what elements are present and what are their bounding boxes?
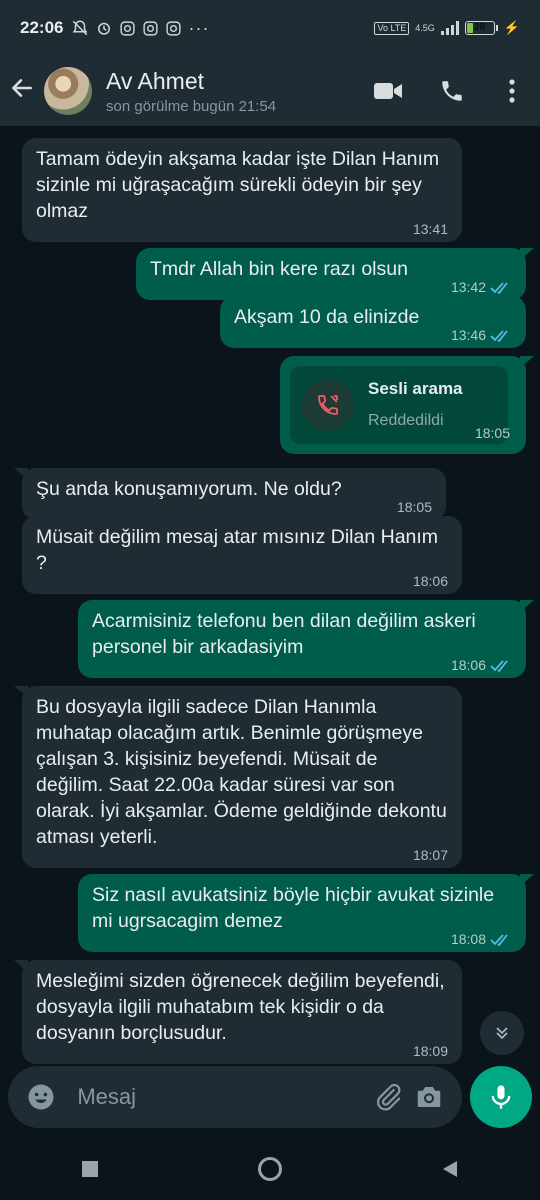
message-bubble-outgoing[interactable]: Tmdr Allah bin kere razı olsun 13:42 <box>136 248 534 300</box>
message-time: 18:08 <box>450 931 486 947</box>
message-bubble-outgoing[interactable]: Akşam 10 da elinizde 13:46 <box>220 296 526 348</box>
last-seen: son görülme bugün 21:54 <box>106 97 277 115</box>
avatar[interactable] <box>44 67 92 115</box>
message-time: 13:41 <box>412 221 448 237</box>
message-text: Şu anda konuşamıyorum. Ne oldu? <box>36 478 342 500</box>
phone-icon <box>442 81 462 101</box>
contact-info[interactable]: Av Ahmet son görülme bugün 21:54 <box>106 68 356 115</box>
message-bubble-incoming[interactable]: Tamam ödeyin akşama kadar işte Dilan Han… <box>22 138 462 242</box>
message-time: 18:05 <box>474 425 510 441</box>
camera-icon <box>418 1087 441 1107</box>
message-time: 18:07 <box>412 847 448 863</box>
chat-area[interactable]: Tamam ödeyin akşama kadar işte Dilan Han… <box>0 126 540 1066</box>
message-time: 13:46 <box>450 327 486 343</box>
read-receipt-icon <box>490 934 508 947</box>
message-text: Bu dosyayla ilgili sadece Dilan Hanımla … <box>36 696 447 848</box>
more-options-button[interactable] <box>484 78 540 104</box>
message-text: Mesleğimi sizden öğrenecek değilim beyef… <box>36 970 445 1044</box>
camera-button[interactable] <box>409 1082 450 1112</box>
message-bubble-incoming[interactable]: Müsait değilim mesaj atar mısınız Dilan … <box>22 516 462 594</box>
instagram-icon <box>120 20 136 36</box>
more-notifications-icon: ··· <box>188 17 210 38</box>
message-input[interactable] <box>75 1083 368 1111</box>
message-text: Siz nasıl avukatsiniz böyle hiçbir avuka… <box>92 884 495 932</box>
back-button[interactable] <box>0 75 44 108</box>
kebab-menu-icon <box>509 79 515 103</box>
battery-level: 28 <box>474 22 486 33</box>
call-message-bubble[interactable]: Sesli arama Reddedildi 18:05 <box>280 356 534 454</box>
circle-icon <box>258 1157 282 1181</box>
emoji-icon <box>28 1084 54 1110</box>
read-receipt-icon <box>490 660 508 673</box>
declined-call-icon <box>302 379 354 431</box>
recents-button[interactable] <box>40 1160 140 1178</box>
clock: 22:06 <box>20 18 64 37</box>
emoji-button[interactable] <box>20 1082 61 1112</box>
message-text: Acarmisiniz telefonu ben dilan değilim a… <box>92 610 476 658</box>
signal-icon <box>440 21 459 35</box>
message-time: 13:42 <box>450 279 486 295</box>
paperclip-icon <box>377 1083 401 1111</box>
charging-icon: ⚡ <box>503 20 520 35</box>
network-type: 4.5G <box>415 23 435 33</box>
notification-icons: ··· <box>71 18 209 39</box>
back-nav-button[interactable] <box>400 1159 500 1179</box>
read-receipt-icon <box>490 330 508 343</box>
video-camera-icon <box>374 83 402 99</box>
message-bubble-incoming[interactable]: Şu anda konuşamıyorum. Ne oldu? 18:05 <box>14 468 446 520</box>
instagram-icon <box>166 20 182 36</box>
message-time: 18:09 <box>412 1043 448 1059</box>
back-arrow-icon <box>12 78 32 97</box>
voice-message-button[interactable] <box>470 1066 532 1128</box>
message-bubble-incoming[interactable]: Bu dosyayla ilgili sadece Dilan Hanımla … <box>14 686 462 868</box>
home-button[interactable] <box>220 1156 320 1182</box>
message-text: Akşam 10 da elinizde <box>234 306 420 328</box>
double-chevron-down-icon <box>496 1027 508 1040</box>
message-bubble-outgoing[interactable]: Acarmisiniz telefonu ben dilan değilim a… <box>78 600 534 678</box>
message-time: 18:06 <box>412 573 448 589</box>
chat-header: Av Ahmet son görülme bugün 21:54 <box>0 56 540 126</box>
volte-icon: Vo LTE <box>374 21 410 35</box>
system-navigation-bar <box>0 1138 540 1200</box>
video-call-button[interactable] <box>356 80 420 102</box>
status-bar: 22:06 ··· Vo LTE 4.5G 28 ⚡ <box>0 0 540 56</box>
voice-call-button[interactable] <box>420 78 484 104</box>
message-text: Müsait değilim mesaj atar mısınız Dilan … <box>36 526 439 574</box>
call-title: Sesli arama <box>368 379 463 398</box>
microphone-icon <box>491 1085 511 1109</box>
triangle-back-icon <box>443 1161 457 1177</box>
message-text: Tmdr Allah bin kere razı olsun <box>150 258 408 280</box>
scroll-to-bottom-button[interactable] <box>480 1011 524 1055</box>
square-icon <box>82 1161 98 1177</box>
alarm-icon <box>98 22 111 35</box>
message-bubble-outgoing[interactable]: Siz nasıl avukatsiniz böyle hiçbir avuka… <box>78 874 534 952</box>
message-composer <box>8 1066 462 1128</box>
mute-bell-icon <box>73 20 88 36</box>
message-bubble-incoming[interactable]: Mesleğimi sizden öğrenecek değilim beyef… <box>14 960 462 1064</box>
call-status: Reddedildi <box>368 412 444 429</box>
contact-name: Av Ahmet <box>106 67 205 94</box>
message-text: Tamam ödeyin akşama kadar işte Dilan Han… <box>36 148 440 222</box>
read-receipt-icon <box>490 282 508 295</box>
instagram-icon <box>143 20 159 36</box>
attach-button[interactable] <box>367 1082 408 1112</box>
battery-icon: 28 <box>464 21 498 35</box>
message-time: 18:06 <box>450 657 486 673</box>
